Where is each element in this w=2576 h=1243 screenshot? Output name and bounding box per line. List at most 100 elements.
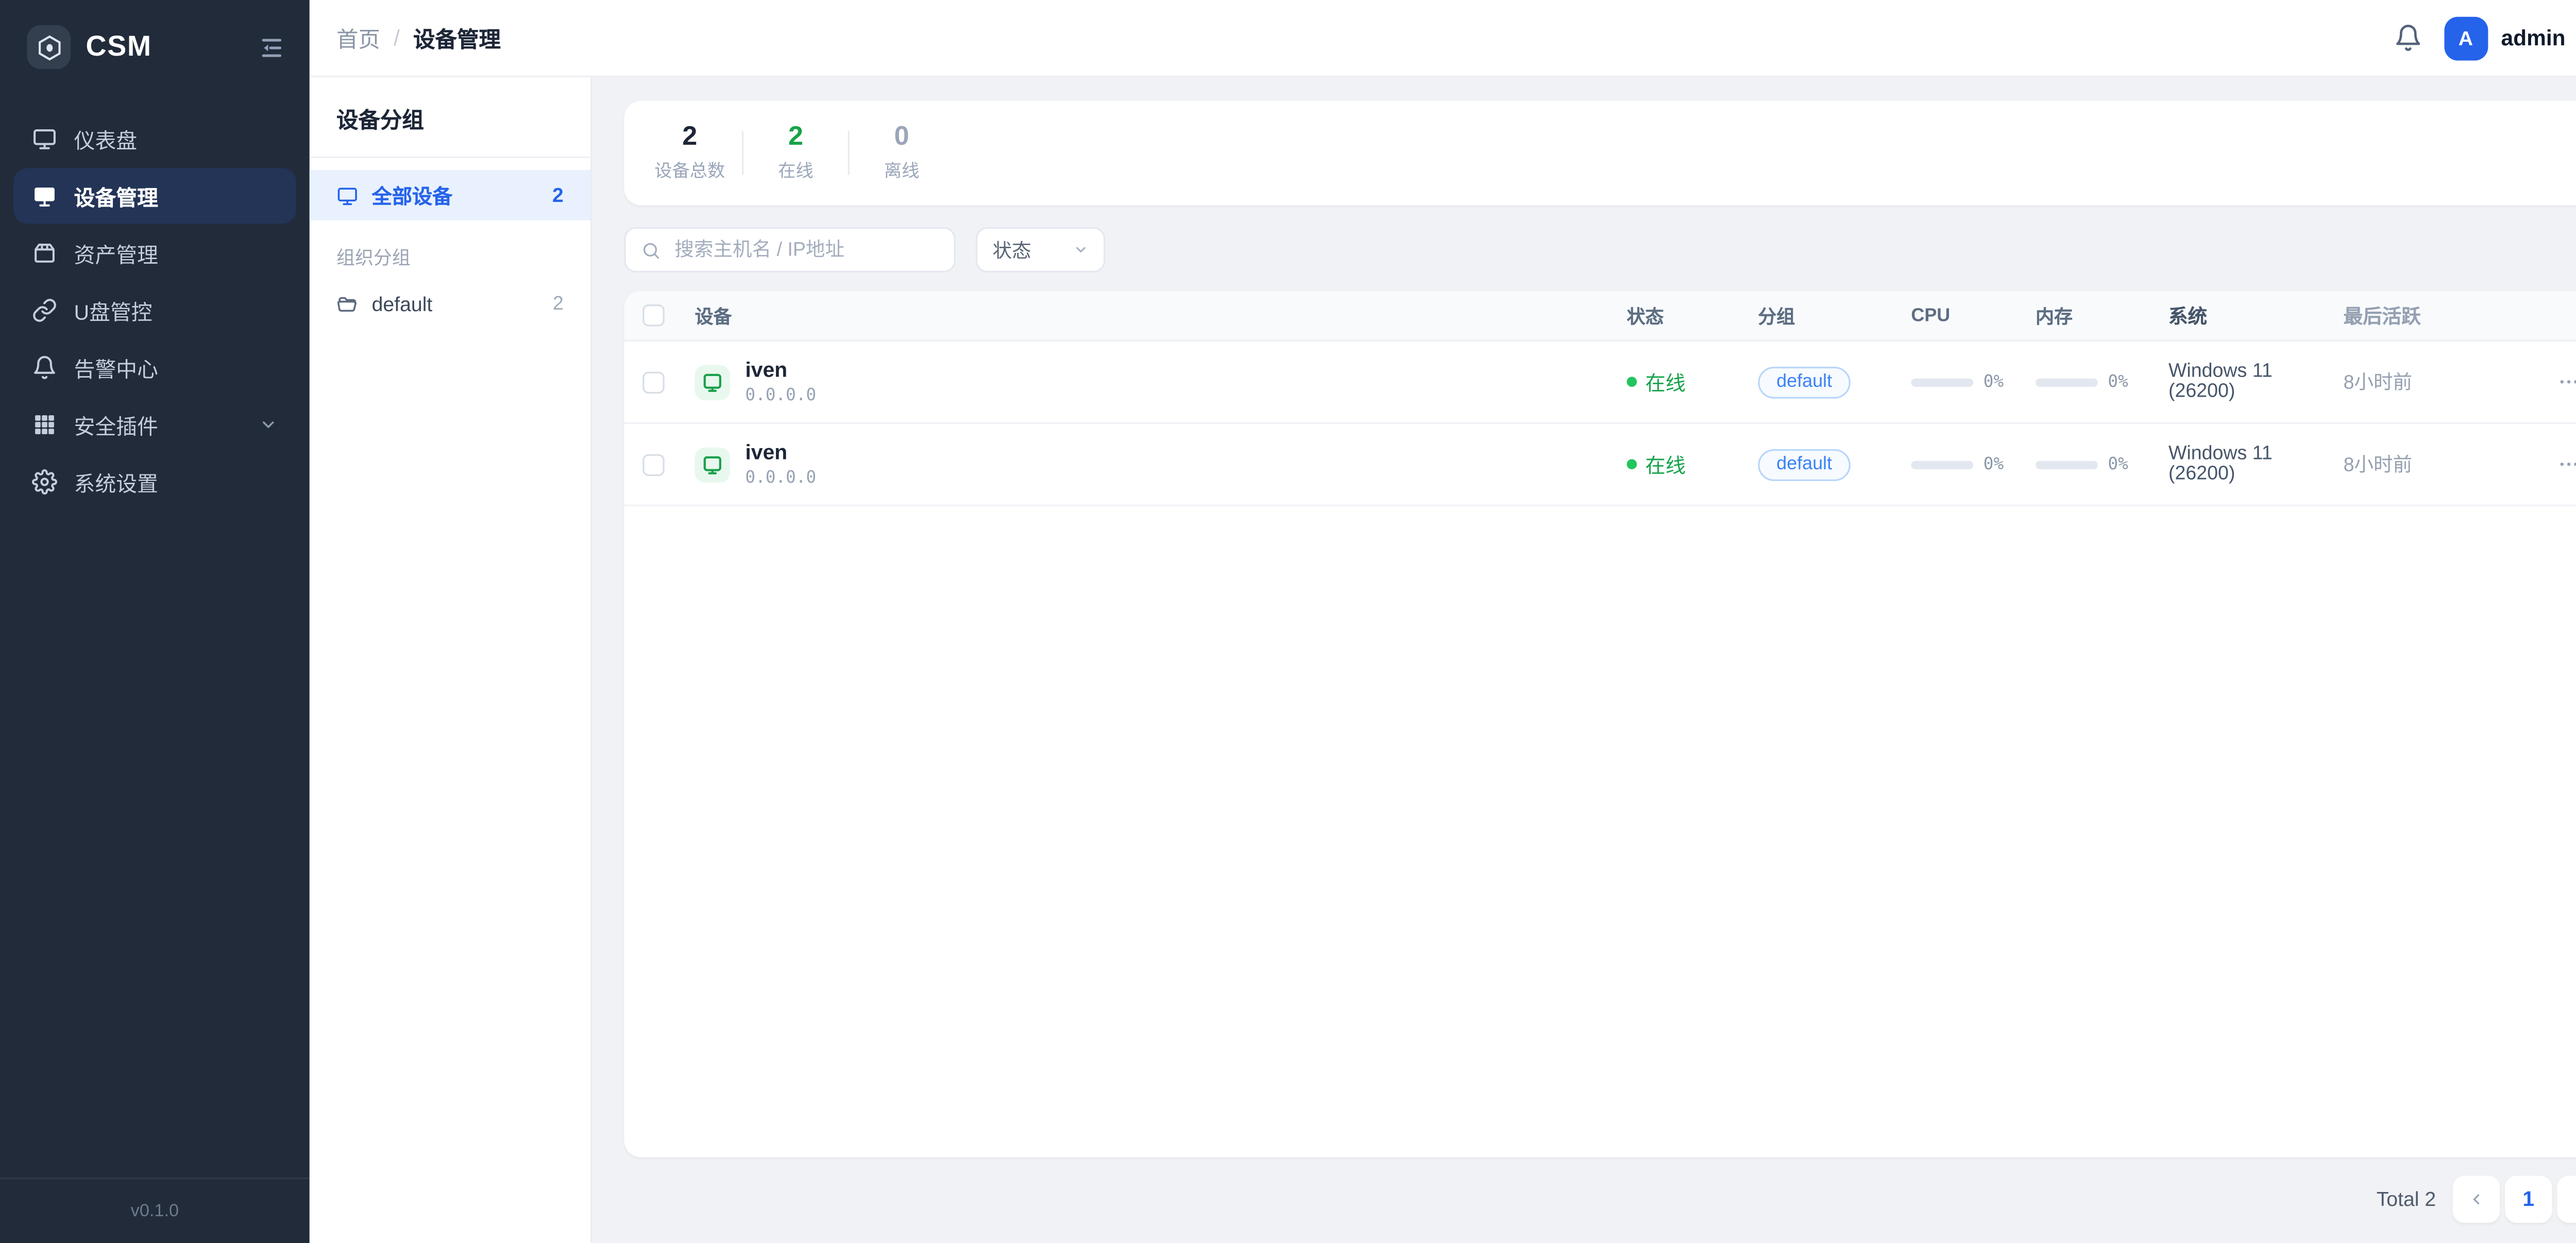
sidebar-item-settings[interactable]: 系统设置 <box>13 454 296 510</box>
link-icon <box>32 298 57 323</box>
app-root: CSM 仪表盘 设备管理 资产管理 U盘管控 告警中心 <box>0 0 2576 1243</box>
stat-value: 0 <box>894 123 909 153</box>
device-ip: 0.0.0.0 <box>745 469 817 487</box>
box-icon <box>32 241 57 266</box>
group-label: default <box>372 293 539 316</box>
select-all-checkbox[interactable] <box>642 304 664 326</box>
avatar: A <box>2444 16 2488 60</box>
cpu-percent: 0% <box>1984 455 2004 473</box>
status-label: 在线 <box>1645 367 1685 396</box>
last-active-label: 8小时前 <box>2344 451 2503 478</box>
breadcrumb: 首页 / 设备管理 <box>336 22 501 54</box>
row-checkbox[interactable] <box>642 453 664 475</box>
sidebar-item-assets[interactable]: 资产管理 <box>13 226 296 281</box>
device-groups-panel: 设备分组 全部设备 2 组织分组 <box>310 77 592 1243</box>
sidebar-footer: v0.1.0 <box>0 1178 310 1243</box>
user-menu[interactable]: A admin <box>2444 16 2576 60</box>
last-active-label: 8小时前 <box>2344 368 2503 395</box>
table-body: iven 0.0.0.0 在线 default 0% 0% Windows 11… <box>624 342 2576 506</box>
pagination-next-button[interactable] <box>2557 1176 2576 1222</box>
sidebar-nav: 仪表盘 设备管理 资产管理 U盘管控 告警中心 安全插件 系统设置 <box>0 94 310 526</box>
group-item-all-devices[interactable]: 全部设备 2 <box>310 170 590 220</box>
breadcrumb-separator: / <box>394 25 400 50</box>
bell-icon <box>32 355 57 380</box>
pagination-total: Total 2 <box>2377 1187 2436 1211</box>
pagination-page-1[interactable]: 1 <box>2505 1176 2552 1222</box>
column-header-3: CPU <box>1911 305 2036 326</box>
sidebar-item-usb[interactable]: U盘管控 <box>13 283 296 338</box>
main-content: 2 设备总数 2 在线 0 离线 状态 <box>592 77 2576 1243</box>
memory-progress-bar <box>2036 378 2098 386</box>
device-ip: 0.0.0.0 <box>745 386 817 405</box>
content-row: 设备分组 全部设备 2 组织分组 <box>310 77 2576 1243</box>
search-box <box>624 227 955 273</box>
cpu-progress-bar <box>1911 378 1973 386</box>
group-count: 2 <box>553 294 564 314</box>
stat-item: 2 设备总数 <box>638 123 742 183</box>
table-row[interactable]: iven 0.0.0.0 在线 default 0% 0% Windows 11… <box>624 424 2576 506</box>
stats-card: 2 设备总数 2 在线 0 离线 <box>624 101 2576 205</box>
breadcrumb-current: 设备管理 <box>413 22 501 54</box>
status-filter-select[interactable]: 状态 <box>976 227 1105 273</box>
org-groups: default 2 <box>310 281 590 328</box>
chevron-down-icon <box>1073 242 1088 257</box>
stat-label: 设备总数 <box>654 158 725 183</box>
sidebar: CSM 仪表盘 设备管理 资产管理 U盘管控 告警中心 <box>0 0 310 1243</box>
stat-value: 2 <box>682 123 697 153</box>
online-status-dot <box>1627 377 1637 387</box>
column-header-0: 设备 <box>681 302 1626 329</box>
sidebar-collapse-icon[interactable] <box>258 33 286 62</box>
row-actions-ellipsis-icon[interactable] <box>2557 452 2576 476</box>
memory-percent: 0% <box>2108 455 2128 473</box>
right-column: 首页 / 设备管理 A admin <box>310 0 2576 1243</box>
search-input[interactable] <box>671 238 939 262</box>
logo-row: CSM <box>0 0 310 94</box>
sidebar-item-devices[interactable]: 设备管理 <box>13 168 296 224</box>
sidebar-item-plugins[interactable]: 安全插件 <box>13 397 296 453</box>
groups-panel-title: 设备分组 <box>310 77 590 158</box>
brand-name: CSM <box>86 30 243 64</box>
devices-table: 设备状态分组CPU内存系统最后活跃 iven 0.0.0.0 在线 defaul… <box>624 291 2576 1157</box>
column-header-2: 分组 <box>1758 302 1911 329</box>
device-name: iven <box>745 359 817 383</box>
toolbar: 状态 <box>624 227 2576 273</box>
table-row[interactable]: iven 0.0.0.0 在线 default 0% 0% Windows 11… <box>624 342 2576 424</box>
column-header-5: 系统 <box>2168 302 2344 329</box>
user-name: admin <box>2501 25 2566 50</box>
sidebar-item-dashboard[interactable]: 仪表盘 <box>13 111 296 167</box>
topbar: 首页 / 设备管理 A admin <box>310 0 2576 77</box>
row-actions-ellipsis-icon[interactable] <box>2557 370 2576 394</box>
memory-percent: 0% <box>2108 372 2128 391</box>
grid-icon <box>32 412 57 437</box>
pagination: Total 2 1 <box>624 1176 2576 1222</box>
topbar-right: A admin <box>2394 16 2576 60</box>
group-badge: default <box>1758 449 1851 481</box>
memory-progress-bar <box>2036 460 2098 468</box>
device-monitor-icon <box>695 364 731 400</box>
pagination-prev-button[interactable] <box>2453 1176 2500 1222</box>
status-label: 在线 <box>1645 450 1685 479</box>
column-header-6: 最后活跃 <box>2344 302 2503 329</box>
monitor-icon <box>32 126 57 151</box>
os-label: Windows 11 (26200) <box>2168 362 2344 402</box>
sidebar-item-alerts[interactable]: 告警中心 <box>13 340 296 396</box>
row-checkbox[interactable] <box>642 371 664 393</box>
monitor-icon <box>336 184 358 206</box>
notifications-bell-icon[interactable] <box>2394 24 2422 53</box>
search-icon <box>641 240 661 260</box>
group-count: 2 <box>552 183 564 207</box>
group-label: 全部设备 <box>372 181 539 210</box>
pagination-buttons: 1 <box>2453 1176 2576 1222</box>
column-header-4: 内存 <box>2036 302 2168 329</box>
app-version: v0.1.0 <box>131 1201 179 1221</box>
folder-icon <box>336 294 358 315</box>
status-filter-label: 状态 <box>993 236 1031 263</box>
stat-label: 离线 <box>884 158 920 183</box>
device-name: iven <box>745 441 817 466</box>
stat-item: 0 离线 <box>850 123 954 183</box>
groups-list: 全部设备 2 组织分组 default 2 <box>310 158 590 328</box>
groups-section-label: 组织分组 <box>310 220 590 281</box>
breadcrumb-home-link[interactable]: 首页 <box>336 22 380 54</box>
group-item[interactable]: default 2 <box>310 281 590 328</box>
device-monitor-icon <box>695 447 731 482</box>
